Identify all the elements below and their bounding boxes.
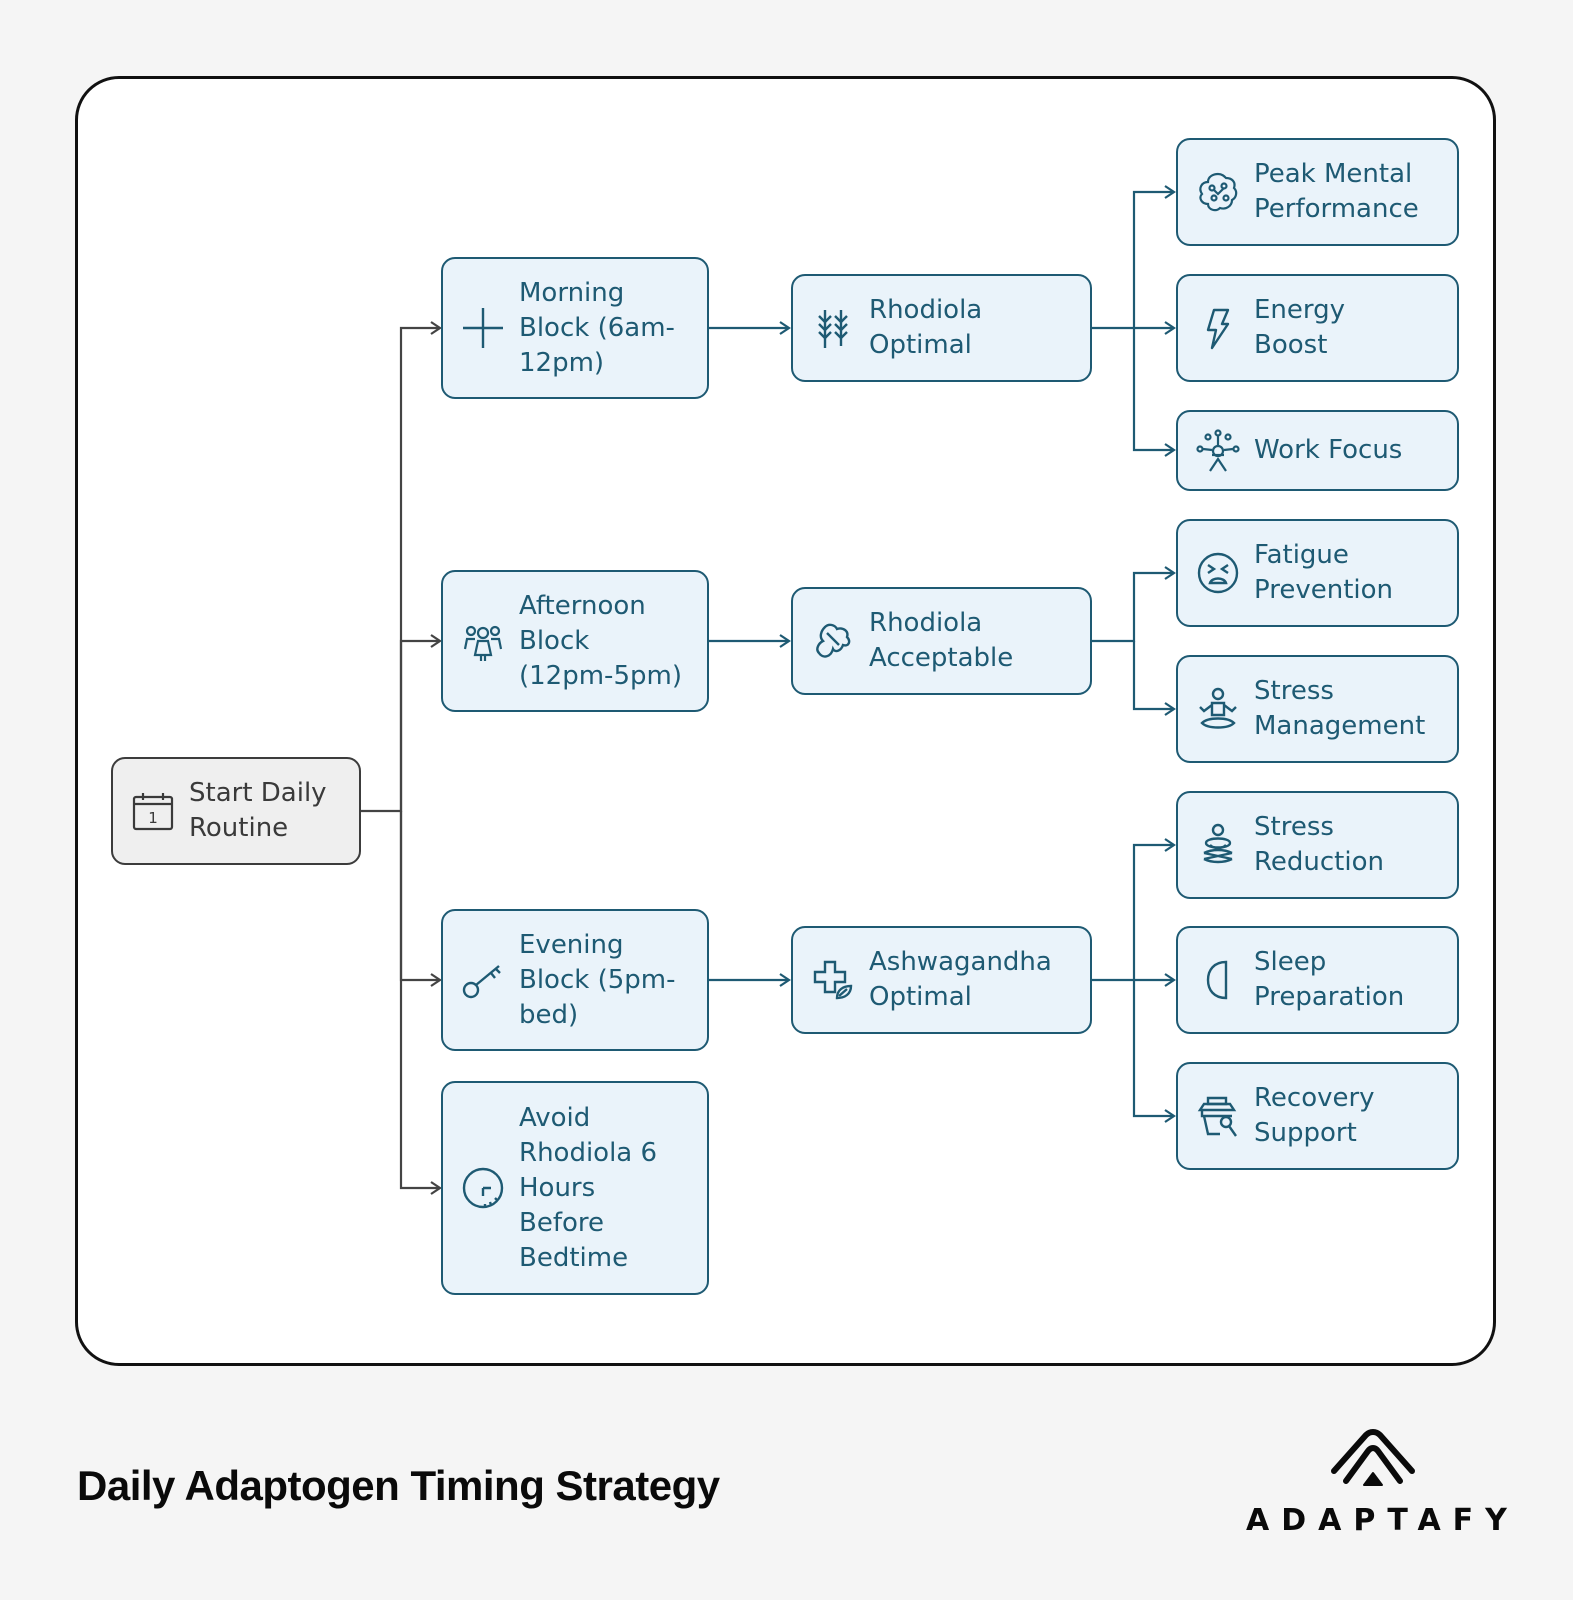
node-label: Rhodiola Optimal xyxy=(869,295,983,360)
node-energy-boost[interactable]: Energy Boost xyxy=(1176,274,1459,382)
node-label: Peak Mental Performance xyxy=(1254,159,1419,224)
node-label: Stress Reduction xyxy=(1254,812,1384,877)
ginseng-root-icon xyxy=(811,619,855,663)
clock-icon xyxy=(461,1166,505,1210)
node-label: Avoid Rhodiola 6 Hours Before Bedtime xyxy=(519,1102,658,1273)
brain-icon xyxy=(1196,170,1240,214)
focused-person-icon xyxy=(1196,428,1240,473)
node-label: Work Focus xyxy=(1254,435,1403,465)
diagram-title: Daily Adaptogen Timing Strategy xyxy=(77,1462,720,1509)
key-icon xyxy=(461,958,505,1002)
node-label: Start Daily Routine xyxy=(189,778,327,843)
node-stress-reduction[interactable]: Stress Reduction xyxy=(1176,791,1459,899)
node-label: Energy Boost xyxy=(1254,295,1346,360)
lightning-bolt-icon xyxy=(1196,306,1240,350)
node-label: Sleep Preparation xyxy=(1254,947,1405,1012)
node-sleep-preparation[interactable]: Sleep Preparation xyxy=(1176,926,1459,1034)
plus-cross-icon xyxy=(461,306,505,350)
node-avoid-rhodiola[interactable]: Avoid Rhodiola 6 Hours Before Bedtime xyxy=(441,1081,709,1295)
node-label: Afternoon Block (12pm-5pm) xyxy=(519,590,682,691)
meditation-icon xyxy=(1196,687,1240,731)
node-work-focus[interactable]: Work Focus xyxy=(1176,410,1459,491)
supplement-jar-icon xyxy=(1196,1094,1240,1138)
node-label: Rhodiola Acceptable xyxy=(869,608,1014,673)
node-evening-block[interactable]: Evening Block (5pm- bed) xyxy=(441,909,709,1051)
node-rhodiola-optimal[interactable]: Rhodiola Optimal xyxy=(791,274,1092,382)
calendar-icon: 1 xyxy=(131,789,175,833)
meditating-person-icon xyxy=(1196,823,1240,867)
node-label: Stress Management xyxy=(1254,676,1426,741)
herb-sprigs-icon xyxy=(811,306,855,350)
group-people-icon xyxy=(461,619,505,663)
brand-logo: ADAPTAFY xyxy=(1246,1425,1519,1545)
medical-cross-leaf-icon xyxy=(811,958,855,1002)
node-label: Morning Block (6am- 12pm) xyxy=(519,277,675,378)
node-recovery-support[interactable]: Recovery Support xyxy=(1176,1062,1459,1170)
node-ashwagandha-optimal[interactable]: Ashwagandha Optimal xyxy=(791,926,1092,1034)
node-rhodiola-acceptable[interactable]: Rhodiola Acceptable xyxy=(791,587,1092,695)
node-label: Ashwagandha Optimal xyxy=(869,947,1052,1012)
node-peak-mental-performance[interactable]: Peak Mental Performance xyxy=(1176,138,1459,246)
svg-text:1: 1 xyxy=(148,809,158,827)
node-morning-block[interactable]: Morning Block (6am- 12pm) xyxy=(441,257,709,399)
half-moon-icon xyxy=(1196,958,1240,1002)
node-fatigue-prevention[interactable]: Fatigue Prevention xyxy=(1176,519,1459,627)
node-label: Evening Block (5pm- bed) xyxy=(519,929,676,1030)
brand-name: ADAPTAFY xyxy=(1246,1503,1519,1538)
tired-face-icon xyxy=(1196,551,1240,595)
node-label: Recovery Support xyxy=(1254,1083,1375,1148)
layered-arches-logo-icon xyxy=(1331,1429,1415,1486)
node-afternoon-block[interactable]: Afternoon Block (12pm-5pm) xyxy=(441,570,709,712)
node-start-daily-routine[interactable]: 1 Start Daily Routine xyxy=(111,757,361,865)
node-label: Fatigue Prevention xyxy=(1254,540,1394,605)
node-stress-management[interactable]: Stress Management xyxy=(1176,655,1459,763)
